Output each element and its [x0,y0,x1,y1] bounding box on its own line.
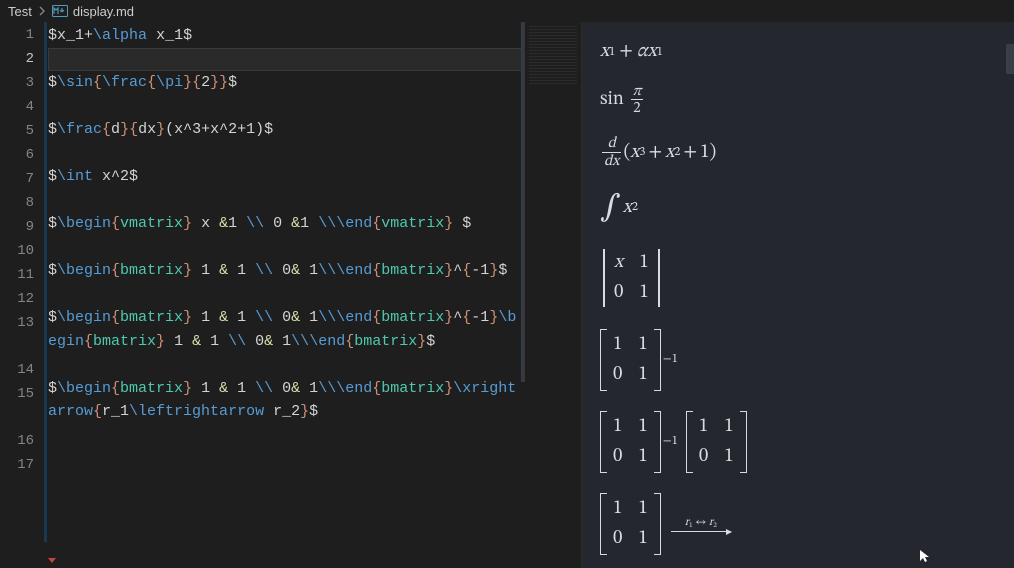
breadcrumb[interactable]: Test display.md [0,0,1014,22]
code-line[interactable]: $\begin{bmatrix} 1 & 1 \\ 0& 1\\\end{bma… [48,377,581,424]
code-line[interactable]: $\frac{d}{dx}(x^3+x^2+1)$ [48,118,581,142]
error-indicator [48,558,56,562]
line-number: 13 [0,312,34,359]
rendered-equation-2: sin π2 [600,84,996,116]
code-line[interactable] [48,95,581,119]
rendered-equation-1: x1 + αx1 [600,40,996,64]
modified-gutter-indicator [44,22,47,542]
line-number: 4 [0,96,34,120]
rendered-equation-4: ∫ x2 [600,189,996,227]
rendered-vmatrix: x1 01 [600,247,996,309]
rendered-bmatrix-arrow: 11 01 r1 ↔ r2 [600,493,996,555]
line-number: 2 [0,48,34,72]
line-number: 17 [0,454,34,478]
code-line[interactable] [48,48,581,72]
minimap[interactable] [525,22,581,568]
code-line[interactable] [48,447,581,471]
xrightarrow-icon [671,531,731,532]
code-line[interactable]: $x_1+\alpha x_1$ [48,24,581,48]
line-number: 16 [0,430,34,454]
code-line[interactable]: $\begin{bmatrix} 1 & 1 \\ 0& 1\\\end{bma… [48,306,581,353]
line-number: 11 [0,264,34,288]
breadcrumb-root[interactable]: Test [8,4,32,19]
line-number: 12 [0,288,34,312]
mouse-cursor-icon [918,548,934,564]
line-number: 9 [0,216,34,240]
line-number: 1 [0,24,34,48]
breadcrumb-file[interactable]: display.md [73,4,134,19]
code-area[interactable]: $x_1+\alpha x_1$ $\sin{\frac{\pi}{2}}$ $\f… [48,22,581,568]
minimap-content [529,26,577,84]
code-line[interactable] [48,353,581,377]
line-number: 6 [0,144,34,168]
code-line[interactable]: $\begin{vmatrix} x &1 \\ 0 &1 \\\end{vma… [48,212,581,236]
editor-pane[interactable]: 1234567891011121314151617 $x_1+\alpha x_… [0,22,582,568]
code-line[interactable] [48,424,581,448]
line-number: 15 [0,383,34,430]
markdown-preview-pane[interactable]: x1 + αx1 sin π2 ddx (x3 + x2 + 1) ∫ x2 x… [582,22,1014,568]
markdown-file-icon [52,3,68,19]
line-number: 14 [0,359,34,383]
code-line[interactable] [48,189,581,213]
code-line[interactable] [48,283,581,307]
rendered-bmatrix-product: 11 01 −1 11 01 [600,411,996,473]
chevron-right-icon [37,4,47,19]
code-line[interactable]: $\sin{\frac{\pi}{2}}$ [48,71,581,95]
line-number: 3 [0,72,34,96]
line-number: 8 [0,192,34,216]
code-line[interactable] [48,236,581,260]
code-line[interactable]: $\begin{bmatrix} 1 & 1 \\ 0& 1\\\end{bma… [48,259,581,283]
code-line[interactable]: $\int x^2$ [48,165,581,189]
rendered-bmatrix-inverse: 11 01 −1 [600,329,996,391]
rendered-equation-3: ddx (x3 + x2 + 1) [600,136,996,168]
line-number: 10 [0,240,34,264]
code-line[interactable] [48,142,581,166]
line-number: 7 [0,168,34,192]
preview-side-button[interactable] [1006,44,1014,74]
line-number-gutter: 1234567891011121314151617 [0,22,48,568]
line-number: 5 [0,120,34,144]
